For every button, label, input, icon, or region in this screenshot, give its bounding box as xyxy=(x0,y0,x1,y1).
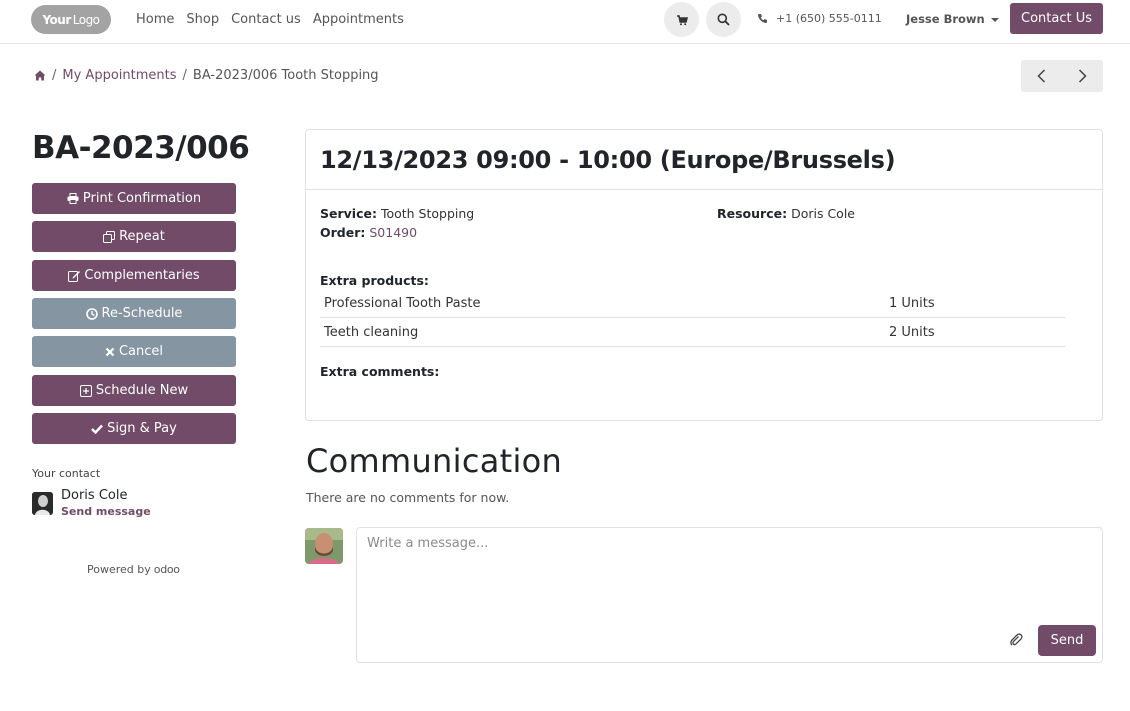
extra-comments-label: Extra comments: xyxy=(320,364,440,379)
nav-link-home[interactable]: Home xyxy=(136,11,174,29)
card-header: 12/13/2023 09:00 - 10:00 (Europe/Brussel… xyxy=(306,130,1102,190)
search-button[interactable] xyxy=(706,2,741,37)
send-button[interactable]: Send xyxy=(1038,625,1096,656)
chevron-right-icon xyxy=(1078,69,1087,83)
order-link[interactable]: S01490 xyxy=(369,225,417,240)
extra-products-label: Extra products: xyxy=(320,273,429,288)
phone-number: +1 (650) 555-0111 xyxy=(776,12,882,25)
product-qty: 2 Units xyxy=(889,324,935,340)
phone-link[interactable]: +1 (650) 555-0111 xyxy=(757,12,882,25)
communication-title: Communication xyxy=(306,442,563,480)
logo-text-thin: Logo xyxy=(72,12,100,27)
table-row: Teeth cleaning 2 Units xyxy=(320,318,1065,347)
clock-icon xyxy=(85,307,98,320)
site-logo[interactable]: Your Logo xyxy=(31,5,111,34)
service-label: Service: xyxy=(320,206,377,221)
logo-text-bold: Your xyxy=(42,12,71,27)
message-composer: Send xyxy=(356,527,1103,663)
service-value: Tooth Stopping xyxy=(380,206,475,221)
appointment-reference-title: BA-2023/006 xyxy=(32,130,250,166)
print-icon xyxy=(67,193,79,204)
avatar xyxy=(305,528,343,564)
copy-icon xyxy=(103,230,116,243)
print-confirmation-button[interactable]: Print Confirmation xyxy=(32,183,236,214)
phone-icon xyxy=(758,14,767,23)
edit-icon xyxy=(68,270,81,282)
cart-icon xyxy=(676,14,688,25)
plus-square-icon xyxy=(79,384,92,397)
product-qty: 1 Units xyxy=(889,295,935,311)
re-schedule-label: Re-Schedule xyxy=(101,306,183,321)
order-field: Order: S01490 xyxy=(320,225,417,240)
resource-label: Resource: xyxy=(717,206,788,221)
breadcrumb-my-appointments[interactable]: My Appointments xyxy=(62,68,176,83)
print-confirmation-label: Print Confirmation xyxy=(82,191,202,206)
breadcrumb-separator: / xyxy=(52,68,57,83)
next-button[interactable] xyxy=(1062,60,1103,92)
table-row: Professional Tooth Paste 1 Units xyxy=(320,289,1065,318)
contact-name: Doris Cole xyxy=(61,488,128,503)
close-icon xyxy=(105,347,115,356)
complementaries-label: Complementaries xyxy=(84,268,200,283)
nav-link-shop[interactable]: Shop xyxy=(186,11,219,29)
user-menu[interactable]: Jesse Brown xyxy=(906,12,999,26)
cart-button[interactable] xyxy=(664,2,699,37)
resource-value: Doris Cole xyxy=(791,206,855,221)
home-icon[interactable] xyxy=(34,70,46,81)
product-name: Teeth cleaning xyxy=(324,324,419,340)
send-message-link[interactable]: Send message xyxy=(61,505,151,518)
no-comments-text: There are no comments for now. xyxy=(306,490,510,505)
powered-by[interactable]: Powered by odoo xyxy=(87,563,180,576)
user-name: Jesse Brown xyxy=(906,12,985,26)
chevron-left-icon xyxy=(1037,69,1046,83)
resource-field: Resource: Doris Cole xyxy=(717,206,855,221)
breadcrumb-current: BA-2023/006 Tooth Stopping xyxy=(192,68,379,83)
product-name: Professional Tooth Paste xyxy=(324,295,481,311)
cancel-label: Cancel xyxy=(118,344,164,359)
schedule-new-label: Schedule New xyxy=(95,383,189,398)
sign-and-pay-button[interactable]: Sign & Pay xyxy=(32,413,236,444)
search-icon xyxy=(717,13,730,26)
nav-link-contact-us[interactable]: Contact us xyxy=(231,11,301,29)
contact-us-button[interactable]: Contact Us xyxy=(1010,3,1103,34)
paperclip-icon[interactable] xyxy=(1009,633,1023,647)
chevron-down-icon xyxy=(990,17,999,22)
main-menu: Home Shop Contact us Appointments xyxy=(136,11,416,29)
powered-by-text: Powered by xyxy=(87,563,151,576)
breadcrumb: / My Appointments / BA-2023/006 Tooth St… xyxy=(34,68,379,83)
repeat-button[interactable]: Repeat xyxy=(32,221,236,252)
appointment-card: 12/13/2023 09:00 - 10:00 (Europe/Brussel… xyxy=(305,129,1103,421)
nav-link-appointments[interactable]: Appointments xyxy=(313,11,404,29)
previous-button[interactable] xyxy=(1021,60,1062,92)
record-pager xyxy=(1021,60,1103,92)
message-input[interactable] xyxy=(357,528,1102,624)
odoo-logo: odoo xyxy=(153,563,180,576)
order-label: Order: xyxy=(320,225,366,240)
repeat-label: Repeat xyxy=(119,229,165,244)
sign-and-pay-label: Sign & Pay xyxy=(107,421,177,436)
re-schedule-button[interactable]: Re-Schedule xyxy=(32,298,236,329)
breadcrumb-separator: / xyxy=(182,68,187,83)
schedule-new-button[interactable]: Schedule New xyxy=(32,375,236,406)
your-contact-label: Your contact xyxy=(32,467,101,480)
cancel-button[interactable]: Cancel xyxy=(32,336,236,367)
avatar xyxy=(32,492,53,515)
check-icon xyxy=(91,424,104,434)
appointment-datetime: 12/13/2023 09:00 - 10:00 (Europe/Brussel… xyxy=(320,145,896,174)
service-field: Service: Tooth Stopping xyxy=(320,206,474,221)
top-navbar: Your Logo Home Shop Contact us Appointmen… xyxy=(0,0,1130,44)
complementaries-button[interactable]: Complementaries xyxy=(32,260,236,291)
